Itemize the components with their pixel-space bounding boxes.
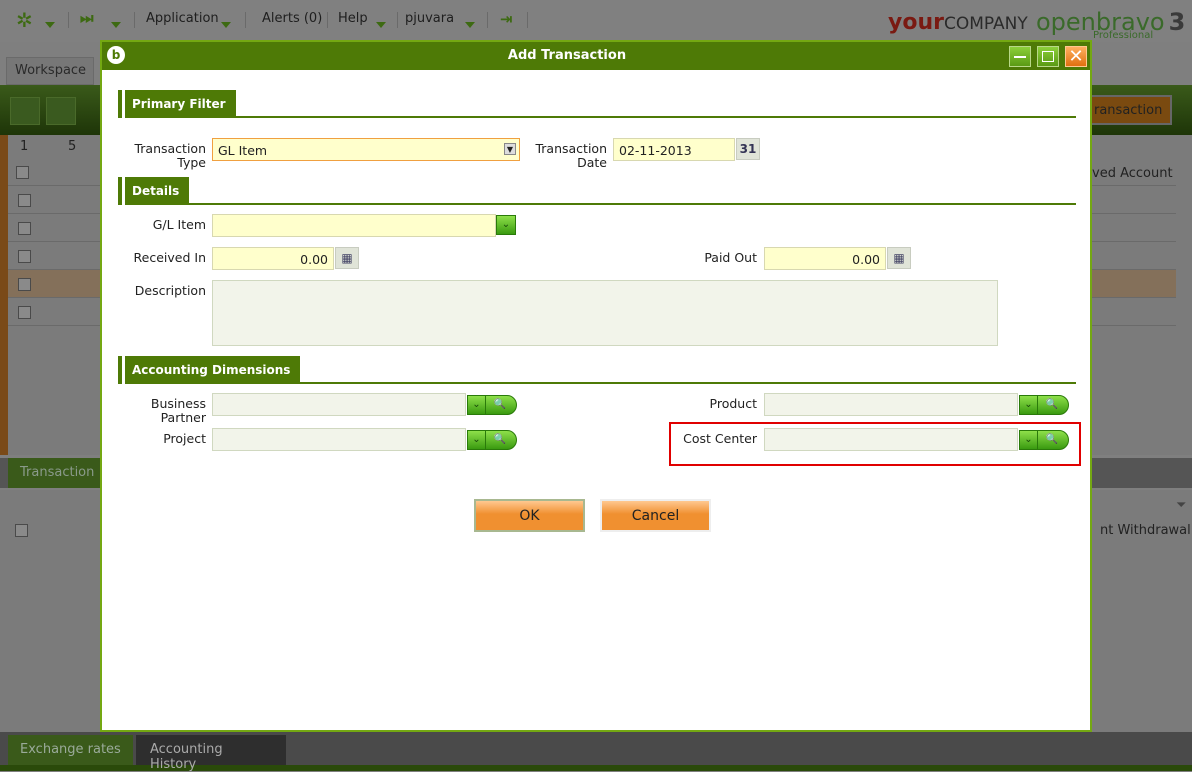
product-label: Product <box>709 396 757 411</box>
dialog-title: Add Transaction <box>507 48 627 63</box>
project-input[interactable] <box>212 428 466 451</box>
transaction-type-label: Transaction Type <box>134 141 206 170</box>
search-icon[interactable]: 🔍 <box>486 431 514 449</box>
search-icon[interactable]: 🔍 <box>1038 396 1066 414</box>
row-checkbox[interactable] <box>18 306 31 319</box>
search-icon[interactable]: 🔍 <box>1038 431 1066 449</box>
alerts-link[interactable]: Alerts (0) <box>262 11 322 26</box>
cancel-button[interactable]: Cancel <box>600 499 711 532</box>
row-checkbox[interactable] <box>18 194 31 207</box>
section-title: Accounting Dimensions <box>118 356 301 384</box>
product-lookup[interactable]: ⌄ 🔍 <box>1019 395 1069 415</box>
paid-out-label: Paid Out <box>704 250 757 265</box>
section-title: Primary Filter <box>118 90 236 118</box>
add-transaction-button[interactable]: ransaction <box>1088 95 1172 125</box>
description-textarea[interactable] <box>212 280 998 346</box>
select-all-checkbox[interactable] <box>16 166 29 179</box>
project-lookup[interactable]: ⌄ 🔍 <box>467 430 517 450</box>
dialog-header: b Add Transaction ✕ <box>102 42 1090 70</box>
chevron-down-icon[interactable]: ⌄ <box>1020 431 1038 449</box>
row-checkbox[interactable] <box>18 278 31 291</box>
row-checkbox[interactable] <box>18 250 31 263</box>
separator <box>397 12 398 28</box>
edition-label: Professional <box>1093 30 1154 41</box>
cost-center-lookup[interactable]: ⌄ 🔍 <box>1019 430 1069 450</box>
help-dropdown[interactable] <box>376 17 386 32</box>
section-divider <box>222 116 1076 118</box>
ok-button[interactable]: OK <box>474 499 585 532</box>
accounting-dimensions-section: Accounting Dimensions <box>118 356 1078 384</box>
user-menu[interactable]: pjuvara <box>405 11 454 26</box>
recent-views-icon[interactable]: ⏭ <box>80 9 94 27</box>
column-withdrawal: nt Withdrawal <box>1100 523 1191 538</box>
details-section: Details <box>118 177 1078 205</box>
transaction-type-select[interactable]: GL Item ▼ <box>212 138 520 161</box>
search-icon[interactable]: 🔍 <box>486 396 514 414</box>
received-in-label: Received In <box>133 250 206 265</box>
row-checkbox[interactable] <box>18 222 31 235</box>
quick-launch-dropdown[interactable] <box>45 17 55 32</box>
chevron-down-icon[interactable]: ⌄ <box>468 431 486 449</box>
chevron-down-icon[interactable]: ⌄ <box>496 215 516 235</box>
business-partner-lookup[interactable]: ⌄ 🔍 <box>467 395 517 415</box>
logout-icon[interactable]: ⇥ <box>500 10 513 28</box>
section-title: Details <box>118 177 190 205</box>
application-dropdown[interactable] <box>221 17 231 32</box>
gl-item-input[interactable] <box>212 214 496 237</box>
help-menu[interactable]: Help <box>338 11 368 26</box>
minimize-button[interactable] <box>1009 46 1031 67</box>
paid-out-input[interactable]: 0.00 <box>764 247 886 270</box>
company-logo: yourCOMPANY <box>888 10 1028 35</box>
separator <box>134 12 135 28</box>
calculator-icon[interactable]: ▦ <box>887 247 911 269</box>
filter-icon[interactable]: ⏷ <box>1176 498 1186 513</box>
accounting-history-tab[interactable]: Accounting History <box>136 735 286 772</box>
workspace-tab[interactable]: Workspace <box>6 57 94 85</box>
separator <box>327 12 328 28</box>
transaction-date-input[interactable]: 02-11-2013 <box>613 138 735 161</box>
selected-value: GL Item <box>218 143 268 158</box>
calendar-icon[interactable]: 31 <box>736 138 760 160</box>
separator <box>245 12 246 28</box>
select-all-checkbox[interactable] <box>15 524 28 537</box>
exchange-rates-tab[interactable]: Exchange rates <box>8 735 133 765</box>
new-row-button[interactable] <box>46 97 76 125</box>
cost-center-input[interactable] <box>764 428 1018 451</box>
section-divider <box>176 203 1076 205</box>
chevron-down-icon[interactable]: ⌄ <box>468 396 486 414</box>
user-dropdown[interactable] <box>465 17 475 32</box>
cost-center-label: Cost Center <box>683 431 757 446</box>
quick-launch-icon[interactable]: ✲ <box>16 8 33 32</box>
chevron-down-icon[interactable]: ⌄ <box>1020 396 1038 414</box>
grid-side-strip <box>0 135 8 455</box>
section-divider <box>278 382 1076 384</box>
primary-filter-section: Primary Filter <box>118 90 1078 118</box>
business-partner-label: Business Partner <box>150 396 206 425</box>
transaction-tab[interactable]: Transaction <box>8 458 100 488</box>
separator <box>68 12 69 28</box>
transaction-date-label: Transaction Date <box>535 141 607 170</box>
add-transaction-dialog: b Add Transaction ✕ Primary Filter Trans… <box>100 40 1092 732</box>
dropdown-arrow-icon[interactable]: ▼ <box>504 143 516 155</box>
recent-dropdown[interactable] <box>111 17 121 32</box>
description-label: Description <box>134 283 206 298</box>
maximize-button[interactable] <box>1037 46 1059 67</box>
new-document-button[interactable] <box>10 97 40 125</box>
project-label: Project <box>163 431 206 446</box>
application-menu[interactable]: Application <box>146 11 219 26</box>
separator <box>527 12 528 28</box>
received-in-input[interactable]: 0.00 <box>212 247 334 270</box>
grid-header-1: 1 <box>20 139 29 154</box>
separator <box>487 12 488 28</box>
calculator-icon[interactable]: ▦ <box>335 247 359 269</box>
grid-header-5: 5 <box>68 139 77 154</box>
close-button[interactable]: ✕ <box>1065 46 1087 67</box>
business-partner-input[interactable] <box>212 393 466 416</box>
gl-item-label: G/L Item <box>152 217 206 232</box>
product-input[interactable] <box>764 393 1018 416</box>
